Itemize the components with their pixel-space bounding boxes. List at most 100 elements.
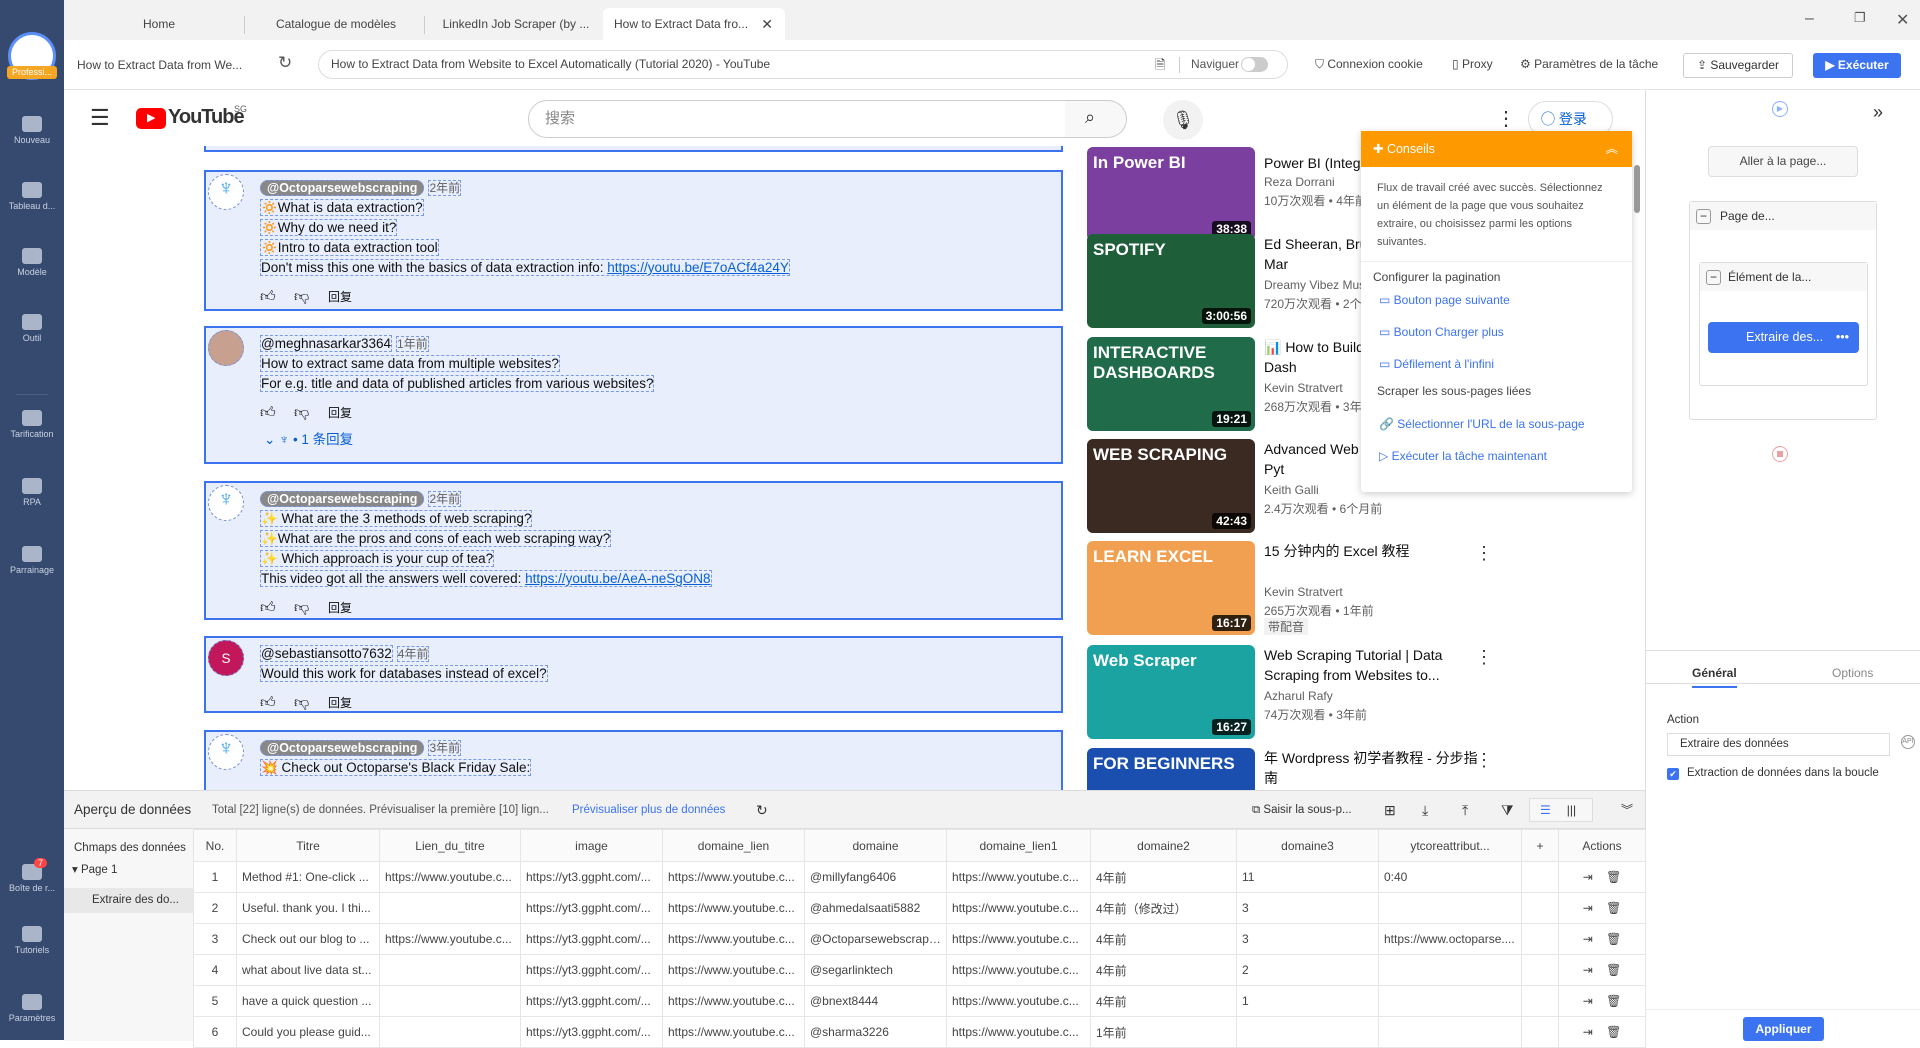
tree-extract-step[interactable]: Extraire des do... (64, 888, 193, 913)
view-replies-button[interactable]: ⌄ ♆ • 1 条回复 (264, 428, 1061, 452)
trash-icon[interactable]: 🗑︎ (1606, 963, 1621, 977)
import-icon[interactable]: ⤓ (1422, 791, 1428, 829)
comment-card[interactable]: @meghnasarkar3364 1年前 How to extract same … (204, 326, 1063, 464)
sidebar-item-gear[interactable]: Paramètres (0, 994, 64, 1023)
hamburger-menu-icon[interactable]: ☰ (90, 90, 110, 148)
sidebar-item-tableaud[interactable]: Tableau d... (0, 182, 64, 211)
collapse-icon[interactable]: − (1706, 270, 1721, 285)
more-icon[interactable]: ••• (1836, 322, 1849, 353)
more-options-icon[interactable]: ⋮ (1496, 106, 1516, 131)
comment-author[interactable]: @Octoparsewebscraping (260, 180, 425, 196)
tree-page-1[interactable]: ▾ Page 1 (64, 854, 193, 885)
comment-card[interactable]: ♆ @Octoparsewebscraping 2年前 🔅What is data e… (204, 170, 1063, 311)
sidebar-item-bell[interactable]: Boîte de r... 7 (0, 858, 64, 893)
close-tab-icon[interactable]: ✕ (761, 8, 773, 40)
apply-button[interactable]: Appliquer (1743, 1017, 1824, 1041)
close-window-icon[interactable]: ✕ (1896, 10, 1909, 30)
page-source-icon[interactable]: 🗎 (1155, 51, 1165, 78)
comment-time[interactable]: 1年前 (396, 336, 429, 352)
task-settings-button[interactable]: ⚙ Paramètres de la tâche (1520, 57, 1658, 71)
avatar[interactable]: ♆ (208, 174, 244, 210)
insert-row-icon[interactable]: ⇥ (1583, 870, 1596, 884)
insert-row-icon[interactable]: ⇥ (1583, 1025, 1596, 1039)
thumbs-up-icon[interactable]: 👍︎ (260, 398, 280, 428)
save-button[interactable]: ⇪ Sauvegarder (1683, 53, 1793, 78)
element-loop-node[interactable]: Élément de la... − Extraire des... ••• (1699, 262, 1868, 386)
comment-link[interactable]: https://youtu.be/E7oACf4a24Y (607, 260, 789, 275)
video-title[interactable]: 15 分钟内的 Excel 教程 (1264, 541, 1464, 561)
run-button[interactable]: ▶ Exécuter (1813, 53, 1901, 78)
insert-row-icon[interactable]: ⇥ (1583, 932, 1596, 946)
next-page-button-option[interactable]: ▭ Bouton page suivante (1361, 284, 1632, 316)
trash-icon[interactable]: 🗑︎ (1606, 994, 1621, 1008)
video-thumbnail[interactable]: LEARN EXCEL 16:17 (1087, 541, 1255, 635)
sidebar-item-parrainage[interactable]: Parrainage (0, 546, 64, 575)
refresh-icon[interactable]: ↻ (756, 791, 768, 829)
tab-template-catalog[interactable]: Catalogue de modèles (250, 8, 422, 40)
restore-icon[interactable]: ❐ (1854, 10, 1866, 26)
video-thumbnail[interactable]: SPOTIFY 3:00:56 (1087, 234, 1255, 328)
trash-icon[interactable]: 🗑︎ (1606, 870, 1621, 884)
browser-scrollbar[interactable] (1634, 165, 1640, 213)
reply-button[interactable]: 回复 (328, 696, 352, 710)
url-field[interactable]: How to Extract Data from Website to Exce… (318, 50, 1288, 79)
column-view-icon[interactable]: ||| (1567, 803, 1576, 817)
comment-author[interactable]: @Octoparsewebscraping (260, 491, 425, 507)
sidebar-item-modle[interactable]: Modèle (0, 248, 64, 277)
video-title[interactable]: Web Scraping Tutorial | Data Scraping fr… (1264, 645, 1464, 685)
load-more-option[interactable]: ▭ Bouton Charger plus (1361, 316, 1632, 348)
add-field-icon[interactable]: ⊞ (1384, 791, 1396, 829)
more-options-icon[interactable]: ⋮ (1475, 647, 1493, 668)
thumbs-up-icon[interactable]: 👍︎ (260, 593, 280, 618)
comment-author[interactable]: @sebastiansotto7632 (260, 645, 393, 662)
comment-author[interactable]: @meghnasarkar3364 (260, 335, 393, 352)
thumbs-down-icon[interactable]: 👎︎ (294, 593, 314, 618)
youtube-search-input[interactable]: 搜索 (528, 100, 1066, 138)
sidebar-item-outil[interactable]: Outil (0, 314, 64, 343)
minimize-icon[interactable]: – (1805, 10, 1814, 28)
avatar[interactable]: ♆ (208, 734, 244, 770)
thumbs-down-icon[interactable]: 👎︎ (294, 282, 314, 309)
more-options-icon[interactable]: ⋮ (1475, 543, 1493, 564)
video-item[interactable]: Web Scraper 16:27 Web Scraping Tutorial | … (1087, 645, 1567, 739)
list-view-icon[interactable]: ☰ (1540, 803, 1551, 817)
run-task-now-option[interactable]: ▷ Exécuter la tâche maintenant (1361, 440, 1632, 472)
insert-row-icon[interactable]: ⇥ (1583, 901, 1596, 915)
sidebar-item-rpa[interactable]: RPA (0, 478, 64, 507)
comment-card[interactable]: S @sebastiansotto7632 4年前 Would this work f… (204, 636, 1063, 713)
tab-current-task[interactable]: How to Extract Data fro... ✕ (603, 8, 785, 40)
reply-button[interactable]: 回复 (328, 406, 352, 420)
video-channel[interactable]: Azharul Rafy (1264, 689, 1333, 703)
video-title[interactable]: 年 Wordpress 初学者教程 - 分步指南 (1264, 748, 1484, 788)
comment-time[interactable]: 4年前 (396, 646, 430, 662)
comment-author[interactable]: @Octoparsewebscraping (260, 740, 425, 756)
trash-icon[interactable]: 🗑︎ (1606, 1025, 1621, 1039)
filter-icon[interactable]: ⧩ (1501, 791, 1514, 829)
sidebar-item-tarification[interactable]: Tarification (0, 410, 64, 439)
video-item[interactable]: LEARN EXCEL 16:17 15 分钟内的 Excel 教程 Kevin St… (1087, 541, 1567, 635)
youtube-logo-text[interactable]: YouTube (168, 106, 245, 129)
comment-link[interactable]: https://youtu.be/AeA-neSgON8 (525, 571, 710, 586)
video-item[interactable]: FOR BEGINNERS 年 Wordpress 初学者教程 - 分步指南 ⋮ (1087, 748, 1567, 790)
microphone-icon[interactable]: 🎙 (1163, 100, 1203, 140)
video-thumbnail[interactable]: In Power BI 38:38 (1087, 147, 1255, 241)
thumbs-down-icon[interactable]: 👎︎ (294, 398, 314, 428)
sidebar-item-nouveau[interactable]: Nouveau (0, 116, 64, 145)
avatar[interactable] (208, 330, 244, 366)
insert-row-icon[interactable]: ⇥ (1583, 963, 1596, 977)
collapse-down-icon[interactable]: ︾ (1621, 791, 1633, 829)
insert-row-icon[interactable]: ⇥ (1583, 994, 1596, 1008)
video-thumbnail[interactable]: FOR BEGINNERS (1087, 748, 1255, 790)
thumbs-up-icon[interactable]: 👍︎ (260, 282, 280, 309)
video-channel[interactable]: Kevin Stratvert (1264, 381, 1343, 395)
thumbs-down-icon[interactable]: 👎︎ (294, 688, 314, 711)
more-options-icon[interactable]: ⋮ (1475, 750, 1493, 771)
comment-time[interactable]: 2年前 (428, 491, 462, 507)
api-icon[interactable]: API (1901, 735, 1915, 749)
cookie-login-button[interactable]: ⛉ Connexion cookie (1315, 57, 1423, 72)
preview-more-link[interactable]: Prévisualiser plus de données (572, 791, 725, 829)
tab-options[interactable]: Options (1832, 666, 1873, 680)
youtube-search-button[interactable]: ⌕ (1065, 100, 1127, 138)
tab-home[interactable]: Home (104, 8, 214, 40)
tab-linkedin-scraper[interactable]: LinkedIn Job Scraper (by ... (430, 8, 602, 40)
